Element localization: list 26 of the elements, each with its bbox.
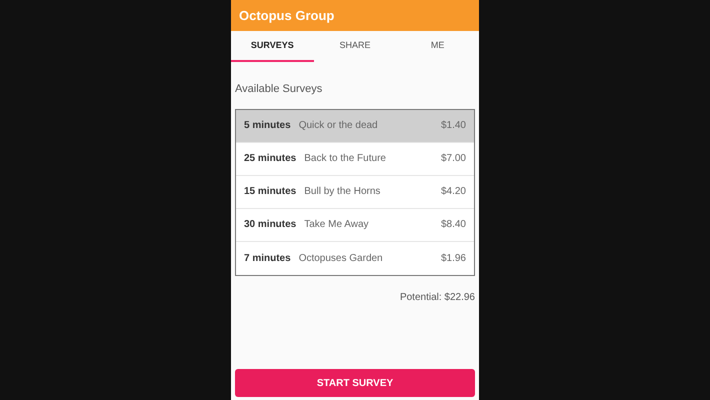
tab[interactable]: ME (396, 31, 480, 62)
survey-row[interactable]: 15 minutes Bull by the Horns $4.20 (236, 176, 474, 208)
tab[interactable]: SURVEYS (231, 31, 314, 62)
survey-duration: 7 minutes (244, 252, 291, 266)
survey-duration: 5 minutes (244, 119, 291, 133)
survey-row[interactable]: 30 minutes Take Me Away $8.40 (236, 208, 474, 242)
survey-duration: 15 minutes (244, 185, 296, 199)
survey-name: Back to the Future (304, 152, 387, 166)
survey-reward: $4.20 (440, 185, 466, 199)
survey-duration: 30 minutes (244, 218, 296, 232)
survey-duration: 25 minutes (244, 152, 296, 166)
app-title: Octopus Group (239, 6, 334, 25)
section-title: Available Surveys (235, 82, 324, 97)
survey-name: Take Me Away (304, 218, 370, 232)
start-survey-button[interactable]: START SURVEY (235, 369, 475, 397)
survey-row[interactable]: 5 minutes Quick or the dead $1.40 (236, 110, 474, 142)
survey-name: Bull by the Horns (304, 185, 382, 199)
tab[interactable]: SHARE (314, 31, 396, 62)
potential-total: Potential: $22.96 (400, 290, 475, 304)
survey-reward: $7.00 (440, 152, 466, 166)
survey-name: Octopuses Garden (298, 252, 384, 266)
survey-reward: $8.40 (440, 218, 466, 232)
survey-reward: $1.96 (440, 252, 466, 266)
survey-name: Quick or the dead (298, 119, 379, 133)
survey-row[interactable]: 25 minutes Back to the Future $7.00 (236, 142, 474, 176)
survey-reward: $1.40 (440, 119, 466, 133)
